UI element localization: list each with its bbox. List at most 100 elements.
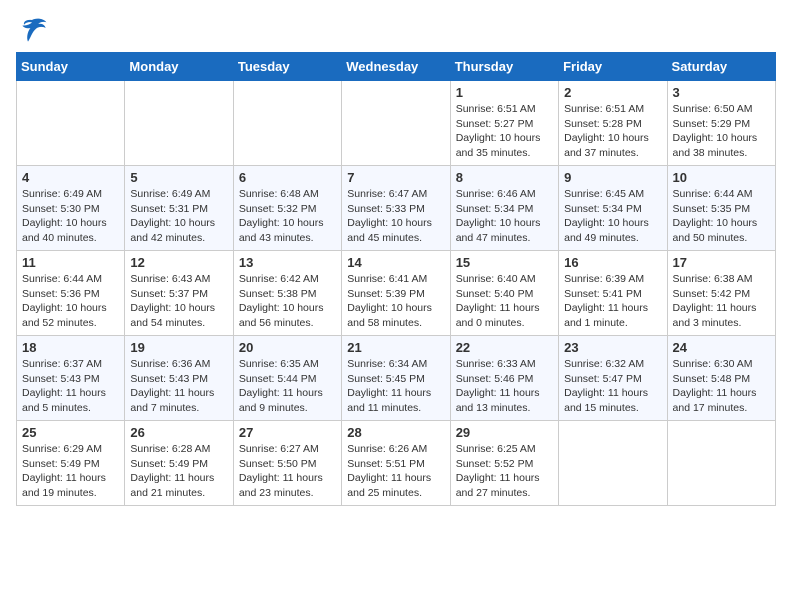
calendar-cell: 11Sunrise: 6:44 AM Sunset: 5:36 PM Dayli… [17, 251, 125, 336]
logo-bird-icon [16, 16, 48, 44]
calendar-cell: 20Sunrise: 6:35 AM Sunset: 5:44 PM Dayli… [233, 336, 341, 421]
day-number: 15 [456, 255, 553, 270]
day-number: 18 [22, 340, 119, 355]
day-info: Sunrise: 6:32 AM Sunset: 5:47 PM Dayligh… [564, 357, 661, 416]
day-number: 2 [564, 85, 661, 100]
day-number: 8 [456, 170, 553, 185]
calendar-cell: 9Sunrise: 6:45 AM Sunset: 5:34 PM Daylig… [559, 166, 667, 251]
calendar-cell: 13 Sunrise: 6:42 AM Sunset: 5:38 PM Dayli… [233, 251, 341, 336]
calendar-cell: 2 Sunrise: 6:51 AM Sunset: 5:28 PM Daylig… [559, 81, 667, 166]
day-number: 5 [130, 170, 227, 185]
calendar-cell: 25Sunrise: 6:29 AM Sunset: 5:49 PM Dayli… [17, 421, 125, 506]
day-info: Sunrise: 6:42 AM Sunset: 5:38 PM Dayligh… [239, 272, 336, 331]
calendar-header-friday: Friday [559, 53, 667, 81]
day-info: Sunrise: 6:50 AM Sunset: 5:29 PM Dayligh… [673, 102, 770, 161]
day-number: 19 [130, 340, 227, 355]
calendar-week-5: 25Sunrise: 6:29 AM Sunset: 5:49 PM Dayli… [17, 421, 776, 506]
calendar-cell: 1 Sunrise: 6:51 AM Sunset: 5:27 PM Daylig… [450, 81, 558, 166]
day-number: 3 [673, 85, 770, 100]
day-info: Sunrise: 6:27 AM Sunset: 5:50 PM Dayligh… [239, 442, 336, 501]
calendar-cell: 26 Sunrise: 6:28 AM Sunset: 5:49 PM Dayli… [125, 421, 233, 506]
day-number: 13 [239, 255, 336, 270]
calendar-cell: 23 Sunrise: 6:32 AM Sunset: 5:47 PM Dayli… [559, 336, 667, 421]
day-info: Sunrise: 6:36 AM Sunset: 5:43 PM Dayligh… [130, 357, 227, 416]
day-info: Sunrise: 6:51 AM Sunset: 5:27 PM Dayligh… [456, 102, 553, 161]
calendar-cell [559, 421, 667, 506]
day-number: 28 [347, 425, 444, 440]
day-number: 16 [564, 255, 661, 270]
calendar-cell: 17Sunrise: 6:38 AM Sunset: 5:42 PM Dayli… [667, 251, 775, 336]
day-info: Sunrise: 6:33 AM Sunset: 5:46 PM Dayligh… [456, 357, 553, 416]
day-info: Sunrise: 6:51 AM Sunset: 5:28 PM Dayligh… [564, 102, 661, 161]
day-number: 22 [456, 340, 553, 355]
calendar-header-saturday: Saturday [667, 53, 775, 81]
day-number: 1 [456, 85, 553, 100]
calendar-cell: 6 Sunrise: 6:48 AM Sunset: 5:32 PM Daylig… [233, 166, 341, 251]
calendar-week-3: 11Sunrise: 6:44 AM Sunset: 5:36 PM Dayli… [17, 251, 776, 336]
header [16, 16, 776, 44]
day-number: 12 [130, 255, 227, 270]
calendar-cell: 22 Sunrise: 6:33 AM Sunset: 5:46 PM Dayli… [450, 336, 558, 421]
day-info: Sunrise: 6:49 AM Sunset: 5:31 PM Dayligh… [130, 187, 227, 246]
calendar-cell [233, 81, 341, 166]
calendar-cell: 12 Sunrise: 6:43 AM Sunset: 5:37 PM Dayli… [125, 251, 233, 336]
day-info: Sunrise: 6:49 AM Sunset: 5:30 PM Dayligh… [22, 187, 119, 246]
calendar-cell: 27 Sunrise: 6:27 AM Sunset: 5:50 PM Dayli… [233, 421, 341, 506]
calendar-cell [125, 81, 233, 166]
calendar-cell: 24 Sunrise: 6:30 AM Sunset: 5:48 PM Dayli… [667, 336, 775, 421]
calendar-cell: 4 Sunrise: 6:49 AM Sunset: 5:30 PM Daylig… [17, 166, 125, 251]
calendar-cell: 21 Sunrise: 6:34 AM Sunset: 5:45 PM Dayli… [342, 336, 450, 421]
day-info: Sunrise: 6:30 AM Sunset: 5:48 PM Dayligh… [673, 357, 770, 416]
calendar: SundayMondayTuesdayWednesdayThursdayFrid… [16, 52, 776, 506]
calendar-header-row: SundayMondayTuesdayWednesdayThursdayFrid… [17, 53, 776, 81]
calendar-header-thursday: Thursday [450, 53, 558, 81]
calendar-cell: 8 Sunrise: 6:46 AM Sunset: 5:34 PM Daylig… [450, 166, 558, 251]
day-info: Sunrise: 6:44 AM Sunset: 5:36 PM Dayligh… [22, 272, 119, 331]
day-number: 10 [673, 170, 770, 185]
calendar-header-monday: Monday [125, 53, 233, 81]
calendar-cell: 29Sunrise: 6:25 AM Sunset: 5:52 PM Dayli… [450, 421, 558, 506]
calendar-cell: 19 Sunrise: 6:36 AM Sunset: 5:43 PM Dayli… [125, 336, 233, 421]
day-number: 23 [564, 340, 661, 355]
calendar-cell: 15 Sunrise: 6:40 AM Sunset: 5:40 PM Dayli… [450, 251, 558, 336]
day-info: Sunrise: 6:46 AM Sunset: 5:34 PM Dayligh… [456, 187, 553, 246]
day-info: Sunrise: 6:48 AM Sunset: 5:32 PM Dayligh… [239, 187, 336, 246]
day-number: 4 [22, 170, 119, 185]
day-number: 20 [239, 340, 336, 355]
calendar-week-2: 4 Sunrise: 6:49 AM Sunset: 5:30 PM Daylig… [17, 166, 776, 251]
day-info: Sunrise: 6:43 AM Sunset: 5:37 PM Dayligh… [130, 272, 227, 331]
calendar-cell [667, 421, 775, 506]
logo [16, 16, 52, 44]
day-number: 25 [22, 425, 119, 440]
day-info: Sunrise: 6:37 AM Sunset: 5:43 PM Dayligh… [22, 357, 119, 416]
day-info: Sunrise: 6:26 AM Sunset: 5:51 PM Dayligh… [347, 442, 444, 501]
day-info: Sunrise: 6:44 AM Sunset: 5:35 PM Dayligh… [673, 187, 770, 246]
day-info: Sunrise: 6:28 AM Sunset: 5:49 PM Dayligh… [130, 442, 227, 501]
day-info: Sunrise: 6:41 AM Sunset: 5:39 PM Dayligh… [347, 272, 444, 331]
calendar-header-wednesday: Wednesday [342, 53, 450, 81]
day-info: Sunrise: 6:39 AM Sunset: 5:41 PM Dayligh… [564, 272, 661, 331]
calendar-cell: 14 Sunrise: 6:41 AM Sunset: 5:39 PM Dayli… [342, 251, 450, 336]
calendar-cell [342, 81, 450, 166]
calendar-cell: 10 Sunrise: 6:44 AM Sunset: 5:35 PM Dayli… [667, 166, 775, 251]
day-number: 7 [347, 170, 444, 185]
calendar-header-sunday: Sunday [17, 53, 125, 81]
calendar-cell: 7 Sunrise: 6:47 AM Sunset: 5:33 PM Daylig… [342, 166, 450, 251]
day-info: Sunrise: 6:40 AM Sunset: 5:40 PM Dayligh… [456, 272, 553, 331]
day-number: 24 [673, 340, 770, 355]
day-info: Sunrise: 6:47 AM Sunset: 5:33 PM Dayligh… [347, 187, 444, 246]
calendar-week-4: 18 Sunrise: 6:37 AM Sunset: 5:43 PM Dayli… [17, 336, 776, 421]
day-number: 14 [347, 255, 444, 270]
calendar-cell: 18 Sunrise: 6:37 AM Sunset: 5:43 PM Dayli… [17, 336, 125, 421]
calendar-header-tuesday: Tuesday [233, 53, 341, 81]
day-info: Sunrise: 6:25 AM Sunset: 5:52 PM Dayligh… [456, 442, 553, 501]
day-info: Sunrise: 6:34 AM Sunset: 5:45 PM Dayligh… [347, 357, 444, 416]
day-number: 26 [130, 425, 227, 440]
calendar-cell: 16 Sunrise: 6:39 AM Sunset: 5:41 PM Dayli… [559, 251, 667, 336]
calendar-cell [17, 81, 125, 166]
calendar-cell: 28 Sunrise: 6:26 AM Sunset: 5:51 PM Dayli… [342, 421, 450, 506]
day-number: 21 [347, 340, 444, 355]
day-number: 17 [673, 255, 770, 270]
day-number: 27 [239, 425, 336, 440]
day-number: 6 [239, 170, 336, 185]
